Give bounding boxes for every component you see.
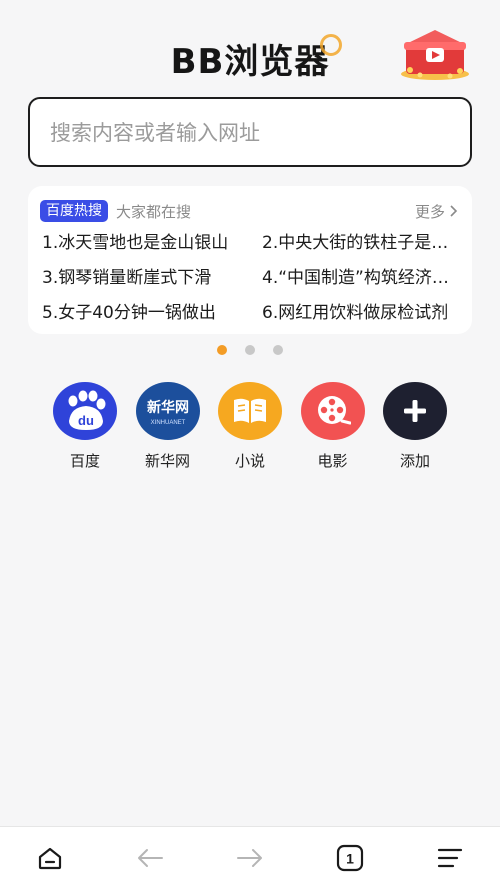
hot-search-header: 百度热搜 大家都在搜 更多 — [40, 199, 458, 223]
search-input[interactable]: 搜索内容或者输入网址 — [28, 97, 472, 167]
more-label: 更多 — [414, 202, 445, 221]
hot-search-item[interactable]: 1.冰天雪地也是金山银山 — [42, 230, 230, 256]
book-icon — [218, 382, 282, 440]
film-reel-icon — [300, 382, 365, 440]
hot-search-subtitle: 大家都在搜 — [116, 202, 192, 221]
shortcut-baidu[interactable]: du 百度 — [52, 382, 118, 471]
tabs-button[interactable]: 1 — [330, 838, 370, 878]
chevron-right-icon — [450, 205, 458, 217]
hot-search-item[interactable]: 4.“中国制造”构筑经济新优势 — [262, 265, 450, 291]
more-link[interactable]: 更多 — [415, 201, 458, 222]
hot-search-list: 1.冰天雪地也是金山银山 2.中央大街的铁柱子是什么 3.钢琴销量断崖式下滑 4… — [42, 230, 466, 326]
hot-search-item[interactable]: 3.钢琴销量断崖式下滑 — [42, 265, 230, 291]
shortcut-label: 小说 — [234, 452, 265, 470]
baidu-icon: du — [53, 382, 117, 440]
hot-search-item[interactable]: 6.网红用饮料做尿检试剂 — [262, 300, 450, 326]
back-button[interactable] — [130, 838, 170, 878]
home-icon — [38, 847, 62, 869]
tabs-icon: 1 — [336, 844, 364, 871]
hot-search-card: 百度热搜 大家都在搜 更多 1.冰天雪地也是金山银山 2.中央大街的铁柱子是什么… — [28, 186, 472, 334]
shortcut-label: 添加 — [399, 452, 430, 470]
shortcut-label: 新华网 — [144, 452, 190, 470]
xinhua-logo-en: XINHUANET — [150, 420, 185, 426]
home-button[interactable] — [30, 838, 70, 878]
xinhua-icon: 新华网 XINHUANET — [135, 382, 200, 440]
shortcut-xinhua[interactable]: 新华网 XINHUANET 新华网 — [135, 382, 201, 471]
hot-search-badge: 百度热搜 — [40, 200, 108, 222]
hot-search-item[interactable]: 5.女子40分钟一锅做出 — [42, 300, 230, 326]
arrow-left-icon — [138, 848, 163, 867]
title-decoration — [320, 34, 342, 56]
page-dot[interactable] — [245, 345, 255, 355]
search-placeholder: 搜索内容或者输入网址 — [50, 121, 260, 145]
shortcut-label: 电影 — [317, 452, 348, 470]
shortcut-add[interactable]: 添加 — [382, 382, 448, 471]
hot-search-item[interactable]: 2.中央大街的铁柱子是什么 — [262, 230, 450, 256]
page-dot-active[interactable] — [217, 345, 227, 355]
tab-count: 1 — [346, 850, 354, 866]
xinhua-logo-cn: 新华网 — [147, 399, 189, 416]
browser-home: BB浏览器 搜索内容或者输入网址 百度热搜 大家都在搜 更多 1.冰天雪地也是金… — [0, 0, 500, 888]
page-indicator — [0, 345, 500, 355]
red-envelope-gift-icon[interactable] — [396, 22, 474, 82]
shortcut-movie[interactable]: 电影 — [300, 382, 366, 471]
arrow-right-icon — [237, 848, 262, 867]
forward-button[interactable] — [230, 838, 270, 878]
shortcut-grid: du 百度 新华网 XINHUANET 新华网 小说 电影 添加 — [52, 382, 448, 471]
baidu-logo-text: du — [78, 413, 94, 428]
menu-button[interactable] — [430, 838, 470, 878]
plus-icon — [383, 382, 447, 440]
menu-icon — [437, 848, 463, 867]
shortcut-novel[interactable]: 小说 — [217, 382, 283, 471]
bottom-nav: 1 — [0, 826, 500, 888]
shortcut-label: 百度 — [69, 452, 100, 470]
page-dot[interactable] — [273, 345, 283, 355]
